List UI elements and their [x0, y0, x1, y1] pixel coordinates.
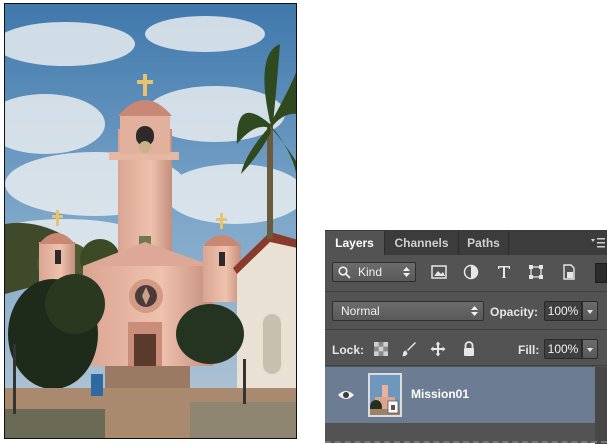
filter-kind-select[interactable]: Kind — [332, 262, 416, 282]
smart-object-filter-icon[interactable] — [561, 264, 577, 280]
filter-kind-label: Kind — [358, 265, 383, 279]
visibility-eye-icon[interactable] — [337, 389, 355, 401]
panel-tab-bar: Layers Channels Paths — [325, 231, 607, 255]
up-down-arrows-icon — [403, 267, 410, 277]
fill-input[interactable]: 100% — [544, 339, 582, 359]
tab-paths[interactable]: Paths — [459, 231, 509, 255]
adjustment-layer-filter-icon[interactable] — [463, 264, 479, 280]
type-layer-filter-icon[interactable] — [496, 264, 512, 280]
shape-layer-filter-icon[interactable] — [528, 264, 544, 280]
lock-image-pixels-icon[interactable] — [401, 341, 417, 357]
tab-layers[interactable]: Layers — [325, 231, 385, 255]
layer-thumbnail — [368, 373, 402, 417]
up-down-arrows-icon — [471, 306, 478, 316]
divider — [325, 329, 607, 330]
blend-mode-value: Normal — [341, 304, 380, 318]
fill-label: Fill: — [518, 343, 540, 357]
blend-mode-select[interactable]: Normal — [332, 301, 484, 321]
layer-name[interactable]: Mission01 — [411, 387, 469, 401]
layer-row[interactable]: Mission01 — [325, 367, 595, 423]
lock-transparent-pixels-icon[interactable] — [373, 341, 389, 357]
fill-dropdown-button[interactable] — [582, 339, 598, 359]
lock-position-icon[interactable] — [430, 341, 446, 357]
opacity-dropdown-button[interactable] — [582, 301, 598, 321]
pixel-layer-filter-icon[interactable] — [431, 264, 447, 280]
opacity-label: Opacity: — [490, 305, 539, 319]
layers-panel: Layers Channels Paths Kind Normal Opacit… — [325, 230, 607, 444]
lock-label: Lock: — [332, 343, 365, 357]
divider — [325, 291, 607, 292]
mission-photo — [4, 3, 297, 439]
tab-channels[interactable]: Channels — [385, 231, 459, 255]
panel-menu-icon[interactable] — [591, 237, 605, 249]
layers-scrollbar[interactable] — [595, 367, 607, 444]
divider — [325, 365, 607, 366]
lock-all-icon[interactable] — [461, 341, 477, 357]
opacity-input[interactable]: 100% — [544, 301, 582, 321]
search-icon — [338, 266, 351, 279]
filter-toggle-switch[interactable] — [595, 263, 607, 283]
